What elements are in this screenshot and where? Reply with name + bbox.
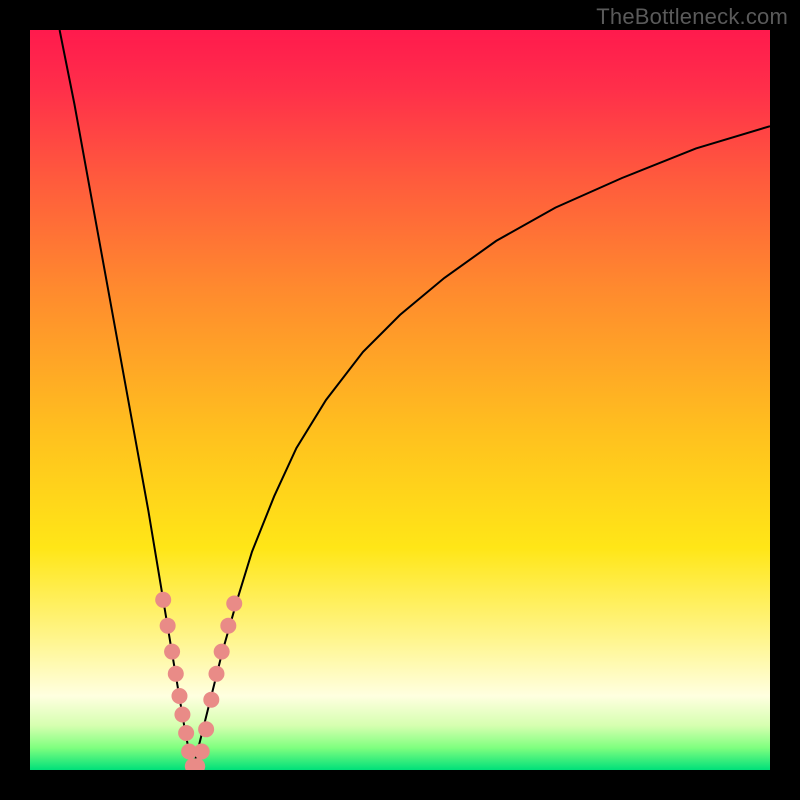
data-marker <box>208 666 224 682</box>
data-marker <box>155 592 171 608</box>
data-marker <box>160 618 176 634</box>
curve-right-branch <box>193 126 770 770</box>
data-marker <box>178 725 194 741</box>
data-marker <box>164 644 180 660</box>
data-marker <box>194 744 210 760</box>
data-marker <box>203 692 219 708</box>
data-marker <box>174 707 190 723</box>
data-marker <box>220 618 236 634</box>
watermark-text: TheBottleneck.com <box>596 4 788 30</box>
plot-area <box>30 30 770 770</box>
data-marker <box>198 721 214 737</box>
data-marker <box>226 596 242 612</box>
data-marker <box>171 688 187 704</box>
data-marker <box>168 666 184 682</box>
data-marker <box>214 644 230 660</box>
chart-frame: TheBottleneck.com <box>0 0 800 800</box>
chart-svg <box>30 30 770 770</box>
